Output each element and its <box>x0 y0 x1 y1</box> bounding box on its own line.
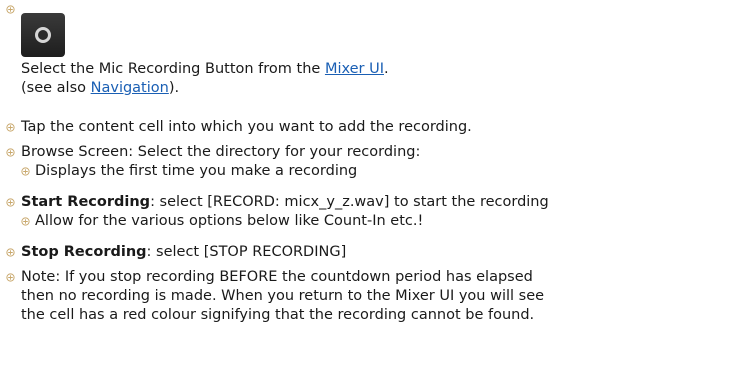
browse-sub-list: Displays the first time you make a recor… <box>21 162 738 181</box>
select-line: Select the Mic Recording Button from the… <box>21 60 389 79</box>
browse-sub-text: Displays the first time you make a recor… <box>35 163 358 179</box>
start-sub-text: Allow for the various options below like… <box>35 213 424 229</box>
mic-record-button-image <box>21 13 65 57</box>
bullet-icon <box>6 248 15 257</box>
start-recording-label: Start Recording <box>21 194 151 210</box>
list-item-browse-sub: Displays the first time you make a recor… <box>21 162 738 181</box>
bullet-icon <box>6 148 15 157</box>
instruction-list: Select the Mic Recording Button from the… <box>0 0 738 325</box>
browse-screen-text: Browse Screen: Select the directory for … <box>21 144 421 160</box>
mixer-ui-link[interactable]: Mixer UI <box>325 61 384 77</box>
bullet-icon <box>21 167 30 176</box>
start-sub-list: Allow for the various options below like… <box>21 212 738 231</box>
list-item-stop-recording: Stop Recording: select [STOP RECORDING] <box>0 243 738 262</box>
note-line-3: the cell has a red colour signifying tha… <box>21 307 535 323</box>
bullet-icon <box>21 217 30 226</box>
list-item-tap-cell: Tap the content cell into which you want… <box>0 118 738 137</box>
see-also-text: (see also <box>21 80 91 96</box>
stop-recording-label: Stop Recording <box>21 244 147 260</box>
list-item-start-sub: Allow for the various options below like… <box>21 212 738 231</box>
see-also-end: ). <box>168 80 180 96</box>
select-text-end: . <box>384 61 389 77</box>
note-line-1: Note: If you stop recording BEFORE the c… <box>21 269 533 285</box>
note-line-2: then no recording is made. When you retu… <box>21 288 545 304</box>
bullet-icon <box>6 123 15 132</box>
list-item-start-recording: Start Recording: select [RECORD: micx_y_… <box>0 193 738 231</box>
list-item-select-button: Select the Mic Recording Button from the… <box>0 0 738 118</box>
list-item-note: Note: If you stop recording BEFORE the c… <box>0 268 738 325</box>
mic-record-icon <box>35 27 51 43</box>
list-item-browse-screen: Browse Screen: Select the directory for … <box>0 143 738 181</box>
select-button-text: Select the Mic Recording Button from the… <box>21 60 389 98</box>
see-also-line: (see also Navigation). <box>21 79 389 98</box>
bullet-icon <box>6 5 15 14</box>
stop-recording-text: : select [STOP RECORDING] <box>146 244 347 260</box>
help-page: Select the Mic Recording Button from the… <box>0 0 738 376</box>
navigation-link[interactable]: Navigation <box>91 80 169 96</box>
start-recording-text: : select [RECORD: micx_y_z.wav] to start… <box>150 194 549 210</box>
select-text: Select the Mic Recording Button from the <box>21 61 325 77</box>
bullet-icon <box>6 273 15 282</box>
tap-cell-text: Tap the content cell into which you want… <box>21 119 472 135</box>
bullet-icon <box>6 198 15 207</box>
